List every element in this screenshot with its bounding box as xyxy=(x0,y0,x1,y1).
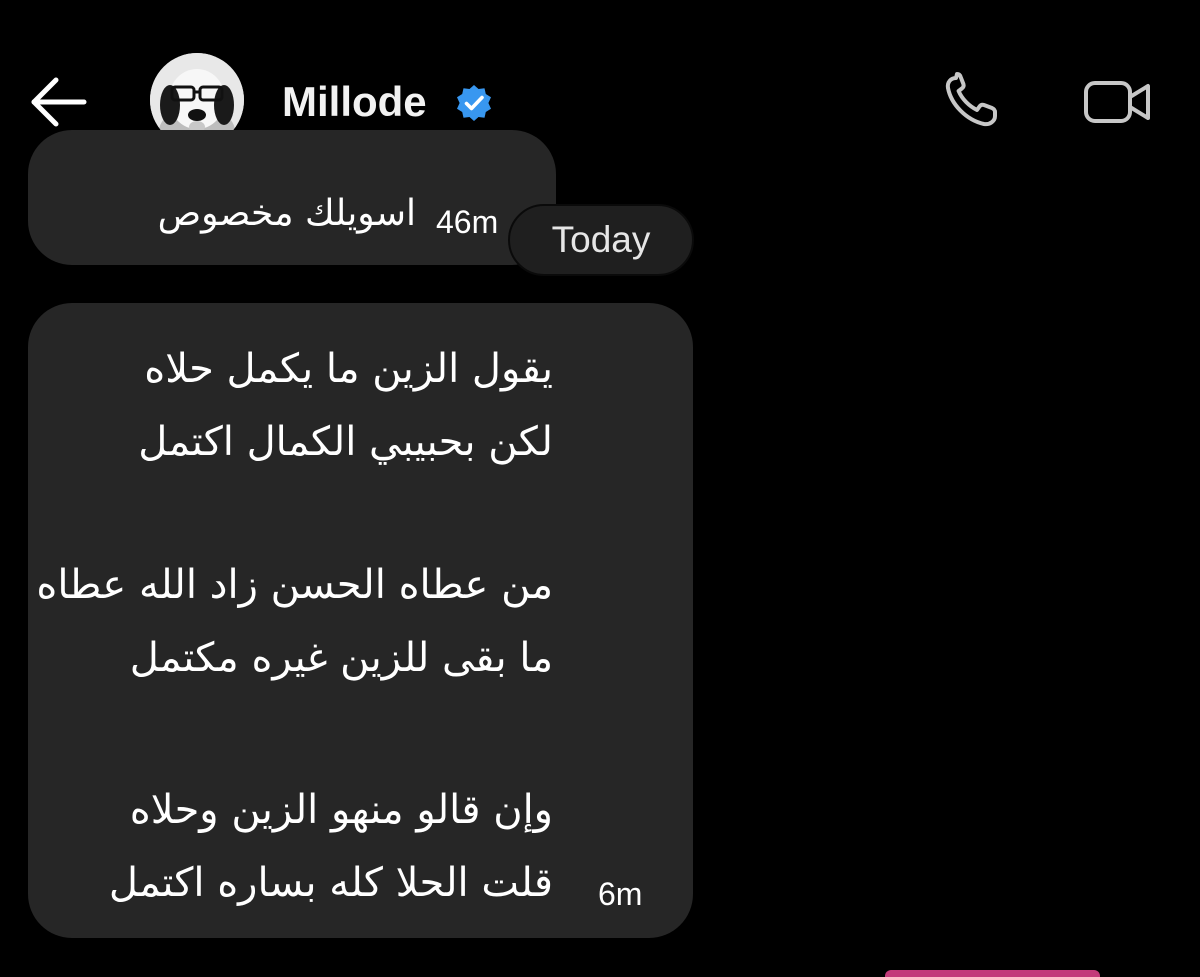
phone-icon xyxy=(945,72,997,127)
message-timestamp: 46m xyxy=(436,204,499,240)
message-line: ما بقى للزين غيره مكتمل xyxy=(129,635,553,681)
message-bubble[interactable]: اسويلك مخصوص xyxy=(28,130,556,265)
video-call-button[interactable] xyxy=(1080,74,1154,130)
message-line: لكن بحبيبي الكمال اكتمل xyxy=(138,419,553,465)
video-camera-icon xyxy=(1084,81,1150,123)
message-text: اسويلك مخصوص xyxy=(157,193,416,234)
contact-name[interactable]: Millode xyxy=(282,76,427,128)
date-separator-label: Today xyxy=(551,219,651,260)
message-line: يقول الزين ما يكمل حلاه xyxy=(144,346,553,392)
message-line: من عطاه الحسن زاد الله عطاه xyxy=(36,562,553,608)
chat-screen: Millode اسويلك مخصوص 46m Today يقول الزي… xyxy=(0,0,1200,977)
back-button[interactable] xyxy=(28,76,90,128)
date-separator: Today xyxy=(508,204,694,276)
message-line: قلت الحلا كله بساره اكتمل xyxy=(108,860,553,906)
verified-badge-icon xyxy=(455,84,493,122)
message-bubble[interactable]: يقول الزين ما يكمل حلاه لكن بحبيبي الكما… xyxy=(28,303,693,938)
voice-call-button[interactable] xyxy=(940,72,1004,132)
message-line: وإن قالو منهو الزين وحلاه xyxy=(129,787,553,833)
back-arrow-icon xyxy=(31,77,87,127)
message-timestamp: 6m xyxy=(598,876,643,912)
reaction-bar xyxy=(885,970,1100,977)
